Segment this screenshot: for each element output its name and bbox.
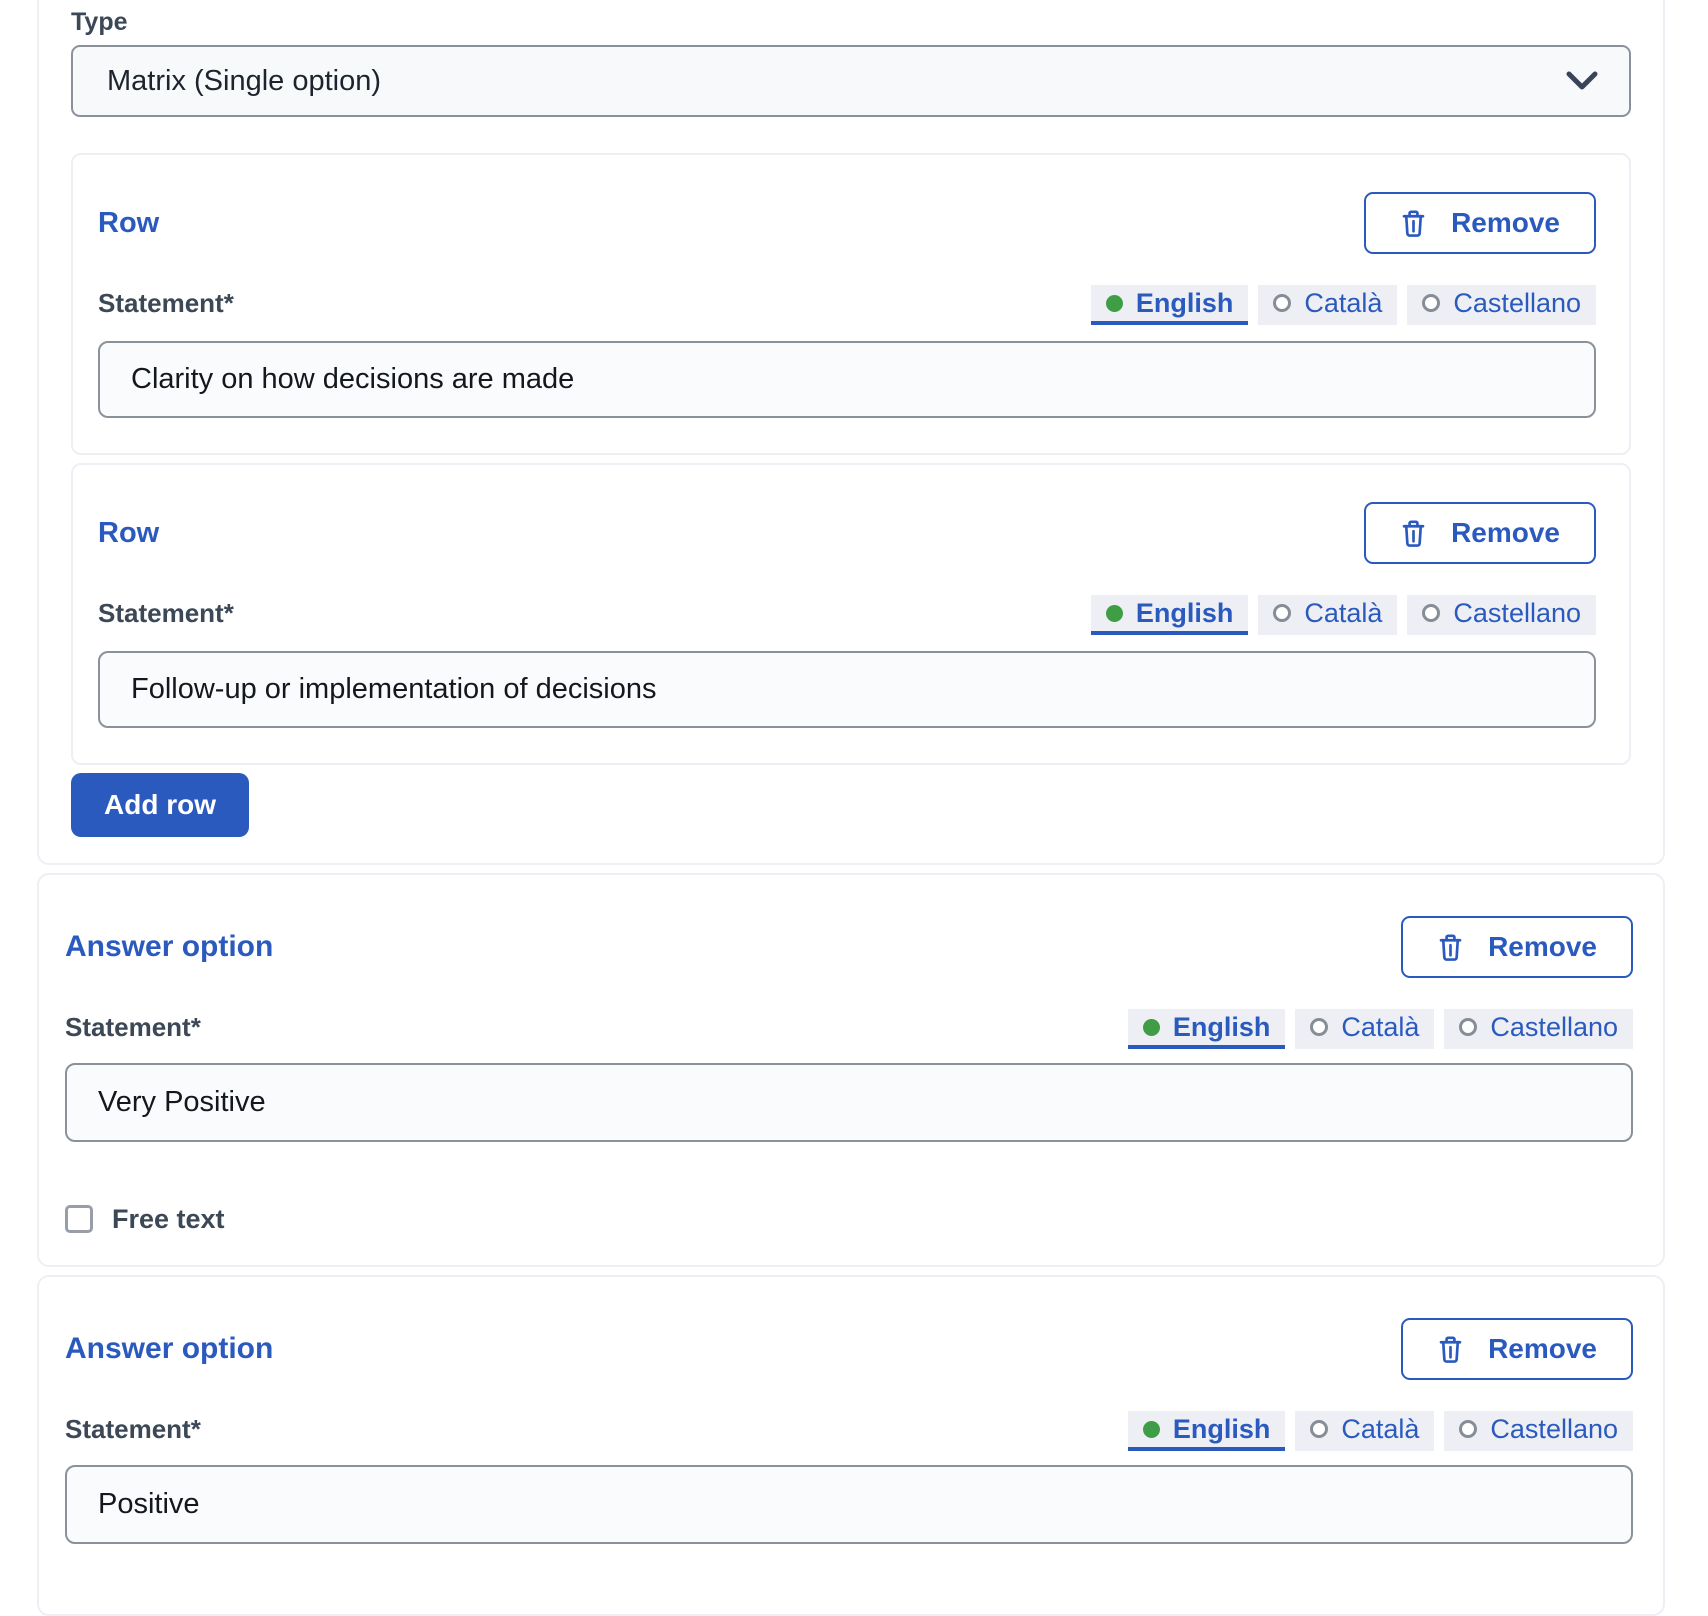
statement-label: Statement*	[98, 598, 234, 635]
unselected-language-radio-icon	[1422, 604, 1440, 622]
language-tab-label: Castellano	[1490, 1414, 1618, 1445]
row-statement-input[interactable]	[98, 651, 1596, 728]
answer-option-card: Answer option Remove Statement* English …	[37, 1275, 1665, 1616]
statement-label: Statement*	[98, 288, 234, 325]
question-editor: Type Matrix (Single option) Row Remove S…	[37, 0, 1665, 1616]
answer-option-title: Answer option	[65, 1332, 273, 1366]
remove-row-button[interactable]: Remove	[1364, 192, 1596, 254]
question-card: Type Matrix (Single option) Row Remove S…	[37, 0, 1665, 865]
unselected-language-radio-icon	[1310, 1420, 1328, 1438]
language-tab-castellano[interactable]: Castellano	[1407, 595, 1596, 635]
statement-row: Statement* English Català Castellano	[65, 1009, 1633, 1049]
language-tab-castellano[interactable]: Castellano	[1444, 1411, 1633, 1451]
language-selector: English Català Castellano	[1091, 285, 1596, 325]
row-card: Row Remove Statement* English	[71, 463, 1631, 765]
answer-option-title: Answer option	[65, 930, 273, 964]
type-select-value: Matrix (Single option)	[107, 65, 381, 98]
row-title: Row	[98, 207, 159, 240]
free-text-row: Free text	[65, 1204, 1633, 1234]
language-tab-label: Català	[1341, 1414, 1419, 1445]
language-tab-english[interactable]: English	[1128, 1411, 1286, 1451]
row-title: Row	[98, 517, 159, 550]
language-tab-catala[interactable]: Català	[1295, 1411, 1434, 1451]
unselected-language-radio-icon	[1422, 294, 1440, 312]
answer-option-header: Answer option Remove	[65, 1317, 1633, 1381]
language-selector: English Català Castellano	[1128, 1411, 1633, 1451]
language-tab-label: Català	[1341, 1012, 1419, 1043]
unselected-language-radio-icon	[1459, 1018, 1477, 1036]
statement-label: Statement*	[65, 1414, 201, 1451]
free-text-label: Free text	[112, 1204, 225, 1235]
statement-label: Statement*	[65, 1012, 201, 1049]
answer-option-statement-input[interactable]	[65, 1465, 1633, 1544]
language-tab-label: Català	[1304, 288, 1382, 319]
trash-icon	[1400, 209, 1427, 238]
language-tab-english[interactable]: English	[1091, 285, 1249, 325]
row-card-header: Row Remove	[98, 501, 1596, 565]
remove-button-label: Remove	[1488, 1333, 1597, 1365]
trash-icon	[1400, 519, 1427, 548]
trash-icon	[1437, 933, 1464, 962]
language-tab-label: English	[1136, 598, 1234, 629]
language-tab-label: English	[1173, 1012, 1271, 1043]
row-card: Row Remove Statement* English	[71, 153, 1631, 455]
selected-language-dot-icon	[1106, 605, 1123, 622]
unselected-language-radio-icon	[1310, 1018, 1328, 1036]
language-tab-castellano[interactable]: Castellano	[1407, 285, 1596, 325]
remove-row-button[interactable]: Remove	[1364, 502, 1596, 564]
language-tab-label: Castellano	[1453, 598, 1581, 629]
language-tab-catala[interactable]: Català	[1295, 1009, 1434, 1049]
remove-answer-option-button[interactable]: Remove	[1401, 916, 1633, 978]
language-tab-label: English	[1136, 288, 1234, 319]
remove-button-label: Remove	[1451, 207, 1560, 239]
free-text-checkbox[interactable]	[65, 1205, 93, 1233]
add-row-button[interactable]: Add row	[71, 773, 249, 837]
trash-icon	[1437, 1335, 1464, 1364]
remove-button-label: Remove	[1488, 931, 1597, 963]
selected-language-dot-icon	[1143, 1421, 1160, 1438]
selected-language-dot-icon	[1106, 295, 1123, 312]
type-label: Type	[71, 8, 1631, 37]
language-selector: English Català Castellano	[1091, 595, 1596, 635]
statement-row: Statement* English Català Castellano	[98, 595, 1596, 635]
type-select[interactable]: Matrix (Single option)	[71, 45, 1631, 117]
answer-option-header: Answer option Remove	[65, 915, 1633, 979]
language-tab-label: English	[1173, 1414, 1271, 1445]
remove-button-label: Remove	[1451, 517, 1560, 549]
remove-answer-option-button[interactable]: Remove	[1401, 1318, 1633, 1380]
answer-option-card: Answer option Remove Statement* English …	[37, 873, 1665, 1267]
language-tab-catala[interactable]: Català	[1258, 285, 1397, 325]
row-card-header: Row Remove	[98, 191, 1596, 255]
row-statement-input[interactable]	[98, 341, 1596, 418]
language-tab-catala[interactable]: Català	[1258, 595, 1397, 635]
language-tab-castellano[interactable]: Castellano	[1444, 1009, 1633, 1049]
language-tab-label: Castellano	[1453, 288, 1581, 319]
statement-row: Statement* English Català Castellano	[98, 285, 1596, 325]
language-tab-english[interactable]: English	[1091, 595, 1249, 635]
language-tab-label: Català	[1304, 598, 1382, 629]
language-selector: English Català Castellano	[1128, 1009, 1633, 1049]
chevron-down-icon	[1565, 70, 1599, 92]
language-tab-label: Castellano	[1490, 1012, 1618, 1043]
unselected-language-radio-icon	[1459, 1420, 1477, 1438]
language-tab-english[interactable]: English	[1128, 1009, 1286, 1049]
unselected-language-radio-icon	[1273, 604, 1291, 622]
answer-option-statement-input[interactable]	[65, 1063, 1633, 1142]
statement-row: Statement* English Català Castellano	[65, 1411, 1633, 1451]
selected-language-dot-icon	[1143, 1019, 1160, 1036]
unselected-language-radio-icon	[1273, 294, 1291, 312]
